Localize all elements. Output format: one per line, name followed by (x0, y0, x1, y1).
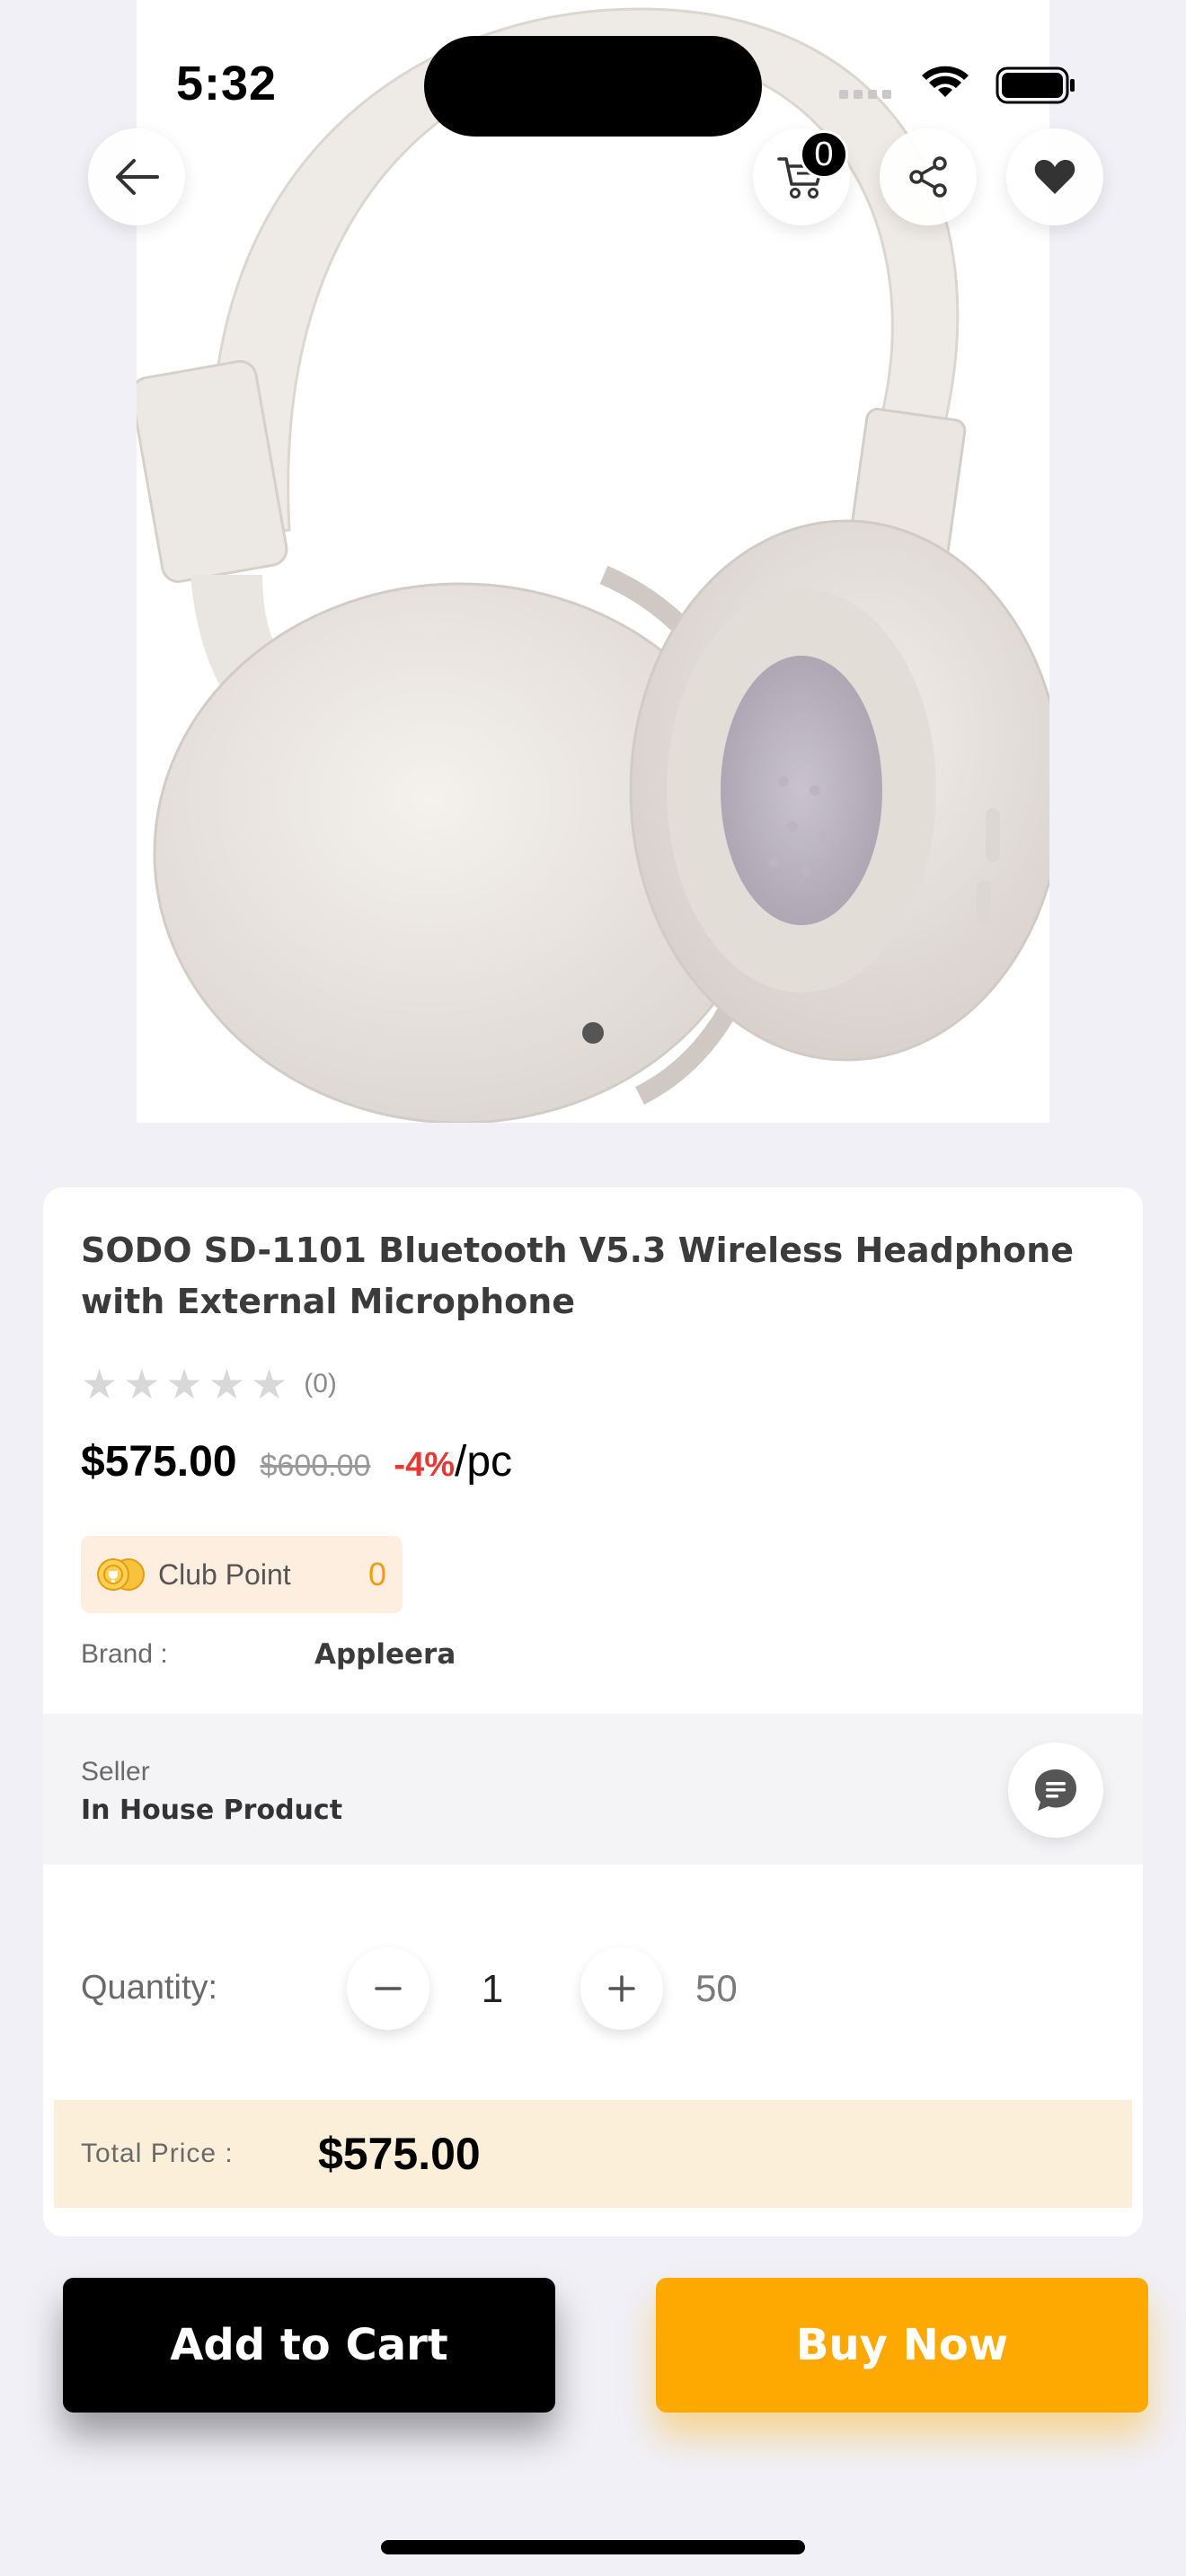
rating-stars[interactable]: ★ ★ ★ ★ ★ (0) (81, 1363, 337, 1405)
price-unit: /pc (455, 1438, 513, 1486)
plus-icon (608, 1975, 635, 2002)
quantity-row: Quantity: 1 50 (81, 1947, 1105, 2030)
rating-count: (0) (304, 1369, 337, 1398)
minus-icon (375, 1987, 402, 1990)
cellular-signal-icon (839, 90, 891, 99)
seller-section: Seller In House Product (43, 1714, 1143, 1865)
decrease-quantity-button[interactable] (347, 1947, 429, 2030)
increase-quantity-button[interactable] (580, 1947, 663, 2030)
coins-icon (95, 1557, 147, 1592)
total-price-value: $575.00 (318, 2129, 481, 2179)
carousel-indicator-dot[interactable] (582, 1022, 604, 1044)
star-icon: ★ (165, 1361, 203, 1407)
discount-badge: -4% (394, 1446, 455, 1484)
total-price-box: Total Price : $575.00 (54, 2100, 1132, 2208)
club-point-value: 0 (367, 1556, 386, 1592)
heart-icon (1034, 160, 1075, 194)
brand-label: Brand : (81, 1639, 168, 1669)
bottom-action-bar: Add to Cart Buy Now (0, 2256, 1186, 2576)
club-point-label: Club Point (158, 1557, 291, 1591)
chat-icon (1035, 1769, 1076, 1811)
chat-seller-button[interactable] (1008, 1742, 1103, 1838)
home-indicator[interactable] (381, 2540, 805, 2554)
wishlist-button[interactable] (1006, 128, 1103, 225)
buy-now-button[interactable]: Buy Now (656, 2278, 1148, 2413)
dynamic-island (424, 36, 762, 137)
cart-count-badge: 0 (800, 130, 848, 179)
quantity-label: Quantity: (81, 1969, 218, 2007)
cart-button[interactable]: 0 (753, 128, 850, 225)
quantity-value[interactable]: 1 (474, 1967, 510, 2012)
current-price: $575.00 (81, 1438, 237, 1486)
add-to-cart-button[interactable]: Add to Cart (63, 2278, 555, 2413)
star-icon: ★ (251, 1361, 288, 1407)
star-icon: ★ (123, 1361, 161, 1407)
brand-row: Brand : Appleera (81, 1638, 456, 1671)
status-time: 5:32 (176, 57, 278, 110)
product-info-card: SODO SD-1101 Bluetooth V5.3 Wireless Hea… (43, 1187, 1143, 2236)
share-icon (909, 156, 947, 198)
total-price-label: Total Price : (81, 2139, 234, 2168)
seller-name[interactable]: In House Product (81, 1795, 342, 1826)
brand-value[interactable]: Appleera (314, 1638, 456, 1671)
club-point-box: Club Point 0 (81, 1536, 403, 1613)
product-title: SODO SD-1101 Bluetooth V5.3 Wireless Hea… (81, 1231, 1075, 1321)
price-row: $575.00 $600.00 -4% /pc (81, 1437, 512, 1486)
wifi-icon (922, 66, 969, 97)
share-button[interactable] (880, 128, 977, 225)
seller-label: Seller (81, 1757, 150, 1786)
arrow-left-icon (116, 159, 159, 195)
stock-available: 50 (695, 1967, 738, 2009)
old-price: $600.00 (260, 1449, 371, 1483)
status-icons (836, 63, 1078, 108)
star-icon: ★ (81, 1361, 119, 1407)
back-button[interactable] (88, 128, 185, 225)
battery-icon (996, 66, 1075, 104)
star-icon: ★ (208, 1361, 245, 1407)
